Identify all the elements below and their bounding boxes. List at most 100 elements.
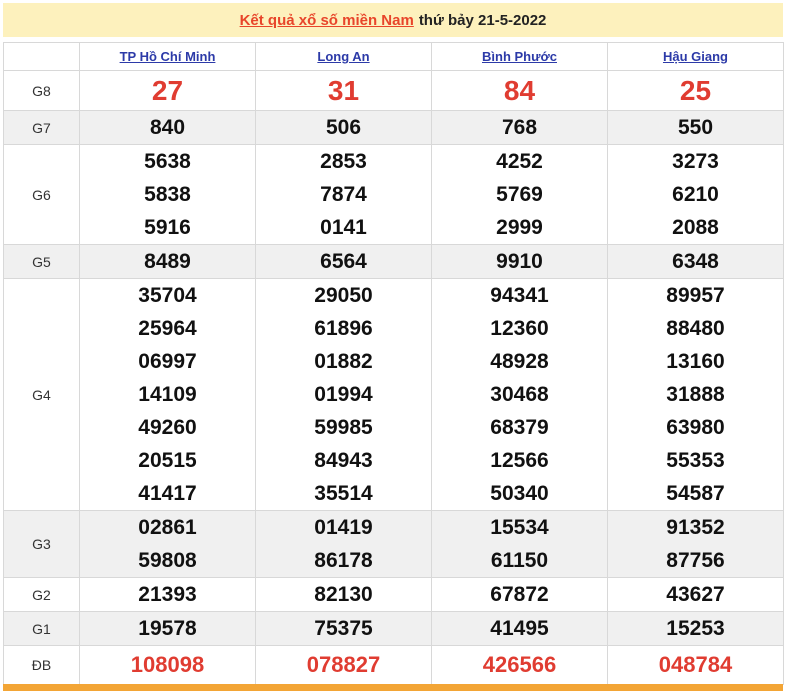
prize-number: 41495 <box>490 617 549 640</box>
prize-number: 5638 <box>144 150 191 173</box>
prize-number: 41417 <box>138 482 197 505</box>
prize-number: 61896 <box>314 317 373 340</box>
prize-number: 63980 <box>666 416 725 439</box>
prize-row-5: G3 02861 59808 01419 86178 15534 61150 91352 877… <box>3 510 784 578</box>
prize-label: G4 <box>3 278 80 511</box>
prize-cell: 768 <box>431 110 608 145</box>
prize-number: 30468 <box>490 383 549 406</box>
province-link[interactable]: Long An <box>317 49 369 64</box>
prize-cell: 21393 <box>79 577 256 612</box>
prize-number: 15534 <box>490 516 549 539</box>
prize-number: 55353 <box>666 449 725 472</box>
prize-number: 91352 <box>666 516 725 539</box>
prize-label: G5 <box>3 244 80 279</box>
prize-number: 2088 <box>672 216 719 239</box>
prize-number: 68379 <box>490 416 549 439</box>
prize-cell: 550 <box>607 110 784 145</box>
prize-cell: 25 <box>607 70 784 111</box>
province-header: TP Hồ Chí Minh <box>79 42 256 71</box>
prize-cell: 41495 <box>431 611 608 646</box>
prize-cell: 078827 <box>255 645 432 685</box>
prize-number: 19578 <box>138 617 197 640</box>
prize-number: 94341 <box>490 284 549 307</box>
prize-row-0: G8 27 31 84 25 <box>3 70 784 111</box>
prize-number: 49260 <box>138 416 197 439</box>
province-link[interactable]: Hậu Giang <box>663 49 728 64</box>
prize-number: 87756 <box>666 549 725 572</box>
prize-cell: 02861 59808 <box>79 510 256 578</box>
prize-cell: 506 <box>255 110 432 145</box>
prize-number: 59985 <box>314 416 373 439</box>
prize-number: 35514 <box>314 482 373 505</box>
bottom-accent-bar <box>3 684 783 691</box>
prize-cell: 15253 <box>607 611 784 646</box>
prize-number: 84 <box>503 75 536 106</box>
province-header: Bình Phước <box>431 42 608 71</box>
prize-number: 108098 <box>130 652 205 677</box>
prize-row-3: G5 8489 6564 9910 6348 <box>3 244 784 279</box>
prize-number: 50340 <box>490 482 549 505</box>
prize-cell: 9910 <box>431 244 608 279</box>
prize-number: 3273 <box>672 150 719 173</box>
prize-cell: 91352 87756 <box>607 510 784 578</box>
prize-number: 25 <box>679 75 712 106</box>
prize-number: 43627 <box>666 583 725 606</box>
prize-number: 7874 <box>320 183 367 206</box>
prize-number: 59808 <box>138 549 197 572</box>
prize-cell: 6564 <box>255 244 432 279</box>
prize-number: 13160 <box>666 350 725 373</box>
results-title-link[interactable]: Kết quả xổ số miền Nam <box>240 12 414 29</box>
prize-row-6: G2 21393 82130 67872 43627 <box>3 577 784 612</box>
prize-number: 768 <box>501 116 538 139</box>
prize-cell: 43627 <box>607 577 784 612</box>
prize-row-8: ĐB 108098 078827 426566 048784 <box>3 645 784 685</box>
prize-cell: 426566 <box>431 645 608 685</box>
province-link[interactable]: Bình Phước <box>482 49 557 64</box>
prize-cell: 2853 7874 0141 <box>255 144 432 245</box>
prize-cell: 3273 6210 2088 <box>607 144 784 245</box>
prize-number: 01419 <box>314 516 373 539</box>
corner-cell <box>3 42 80 71</box>
prize-number: 82130 <box>314 583 373 606</box>
prize-label: G2 <box>3 577 80 612</box>
prize-number: 25964 <box>138 317 197 340</box>
prize-cell: 89957 88480 13160 31888 63980 55353 54587 <box>607 278 784 511</box>
prize-number: 61150 <box>490 549 549 572</box>
prize-number: 01994 <box>314 383 373 406</box>
prize-cell: 6348 <box>607 244 784 279</box>
prize-cell: 67872 <box>431 577 608 612</box>
province-header-row: TP Hồ Chí Minh Long An Bình Phước Hậu Gi… <box>3 42 784 71</box>
prize-number: 31888 <box>666 383 725 406</box>
province-link[interactable]: TP Hồ Chí Minh <box>120 49 216 64</box>
prize-number: 078827 <box>306 652 381 677</box>
prize-cell: 29050 61896 01882 01994 59985 84943 35514 <box>255 278 432 511</box>
prize-cell: 01419 86178 <box>255 510 432 578</box>
prize-number: 67872 <box>490 583 549 606</box>
prize-number: 8489 <box>144 250 191 273</box>
prize-number: 048784 <box>658 652 733 677</box>
prize-label: G7 <box>3 110 80 145</box>
prize-cell: 840 <box>79 110 256 145</box>
prize-label: G8 <box>3 70 80 111</box>
prize-number: 5916 <box>144 216 191 239</box>
prize-label: G6 <box>3 144 80 245</box>
prize-number: 86178 <box>314 549 373 572</box>
prize-number: 02861 <box>138 516 197 539</box>
prize-number: 9910 <box>496 250 543 273</box>
prize-number: 5769 <box>496 183 543 206</box>
prize-cell: 5638 5838 5916 <box>79 144 256 245</box>
prize-row-1: G7 840 506 768 550 <box>3 110 784 145</box>
prize-number: 0141 <box>320 216 367 239</box>
prize-number: 29050 <box>314 284 373 307</box>
prize-cell: 27 <box>79 70 256 111</box>
prize-number: 6348 <box>672 250 719 273</box>
prize-cell: 108098 <box>79 645 256 685</box>
prize-cell: 84 <box>431 70 608 111</box>
draw-date: thứ bảy 21-5-2022 <box>418 11 547 29</box>
prize-number: 21393 <box>138 583 197 606</box>
prize-number: 12566 <box>490 449 549 472</box>
prize-number: 6210 <box>672 183 719 206</box>
prize-number: 88480 <box>666 317 725 340</box>
prize-number: 54587 <box>666 482 725 505</box>
prize-number: 84943 <box>314 449 373 472</box>
